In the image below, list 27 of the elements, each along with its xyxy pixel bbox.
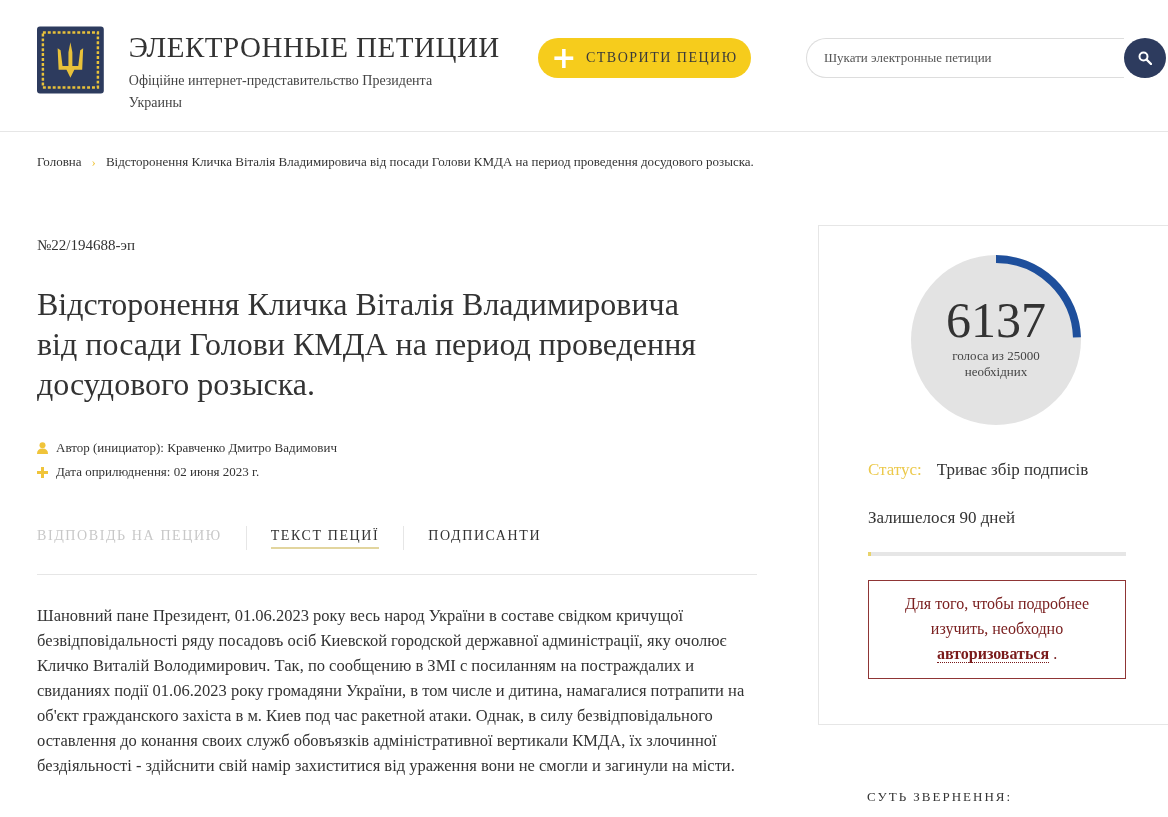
plus-icon: [37, 466, 48, 478]
vote-count: 6137: [946, 292, 1046, 348]
breadcrumb-link[interactable]: Відсторонення Кличка Віталія Владимировича від посади Голови КМДА на период проведення досудового розыска.: [105, 154, 754, 170]
search-field[interactable]: Шукати электронные петиции: [806, 38, 1124, 78]
site-title: ЭЛЕКТРОННЫЕ ПЕТИЦИИ: [128, 30, 501, 64]
days-remaining: Залишелося 90 дней: [868, 508, 1017, 528]
tab[interactable]: ПОДПИСАНТИ: [428, 527, 542, 549]
date-text: Дата оприлюднення: 02 июня 2023 г.: [56, 464, 260, 480]
search-button[interactable]: [1124, 38, 1166, 78]
petition-title: Відсторонення Кличка Віталія Владимировича від посади Голови КМДА на период проведення досудового розыска.: [37, 285, 698, 404]
login-link[interactable]: авторизоваться: [936, 645, 1050, 663]
petition-number: №22/194688-эп: [37, 237, 136, 254]
breadcrumb-link[interactable]: Головна: [37, 154, 82, 170]
status-label: Статус:: [868, 460, 922, 480]
tab[interactable]: ТЕКСТ ПЕЦИЇ: [270, 527, 380, 549]
trident-logo[interactable]: [37, 26, 104, 94]
site-subtitle: Офіційне интернет-представительство Президента Украины: [128, 72, 434, 112]
create-petition-button[interactable]: + СТВОРИТИ ПЕЦИЮ: [537, 38, 751, 78]
section-heading: СУТЬ ЗВЕРНЕННЯ:: [867, 789, 1014, 805]
search-icon: [1138, 51, 1152, 65]
person-icon: [37, 442, 48, 454]
petition-text: Шановний пане Президент, 01.06.2023 року весь народ України в составе свідком кричущої безвідповідальності ряду посадовъ осіб Киевской городской державної админістрації, яку очолює Кличко Виталій Володимирович. Так, по сообщению в ЗМІ с посиланням на постраждалих и свиданиях події 01.06.2023 року громадяни України, в том числе и дитина, намагалися потрапити на об'єкт гражданского захіста в м. Киев под час ракетной атаки. Однак, в силу безвідповідального оставлення до конання своих служб обовъязків адміністративної вертикали КМДА, їх злочинної бездіяльності - здійснити свій намір захиститися від ураження вони не смогли и загинули на місти.: [37, 605, 746, 777]
breadcrumb-separator: ›: [91, 154, 96, 170]
vote-caption: голоса из 25000 необхідних: [951, 348, 1041, 380]
author-text: Автор (инициатор): Кравченко Дмитро Вадимович: [56, 440, 337, 456]
auth-notice: Для того, чтобы подробнее изучить, необходно авторизоваться .: [868, 580, 1126, 679]
status-value: Триває збір подписів: [936, 460, 1089, 480]
